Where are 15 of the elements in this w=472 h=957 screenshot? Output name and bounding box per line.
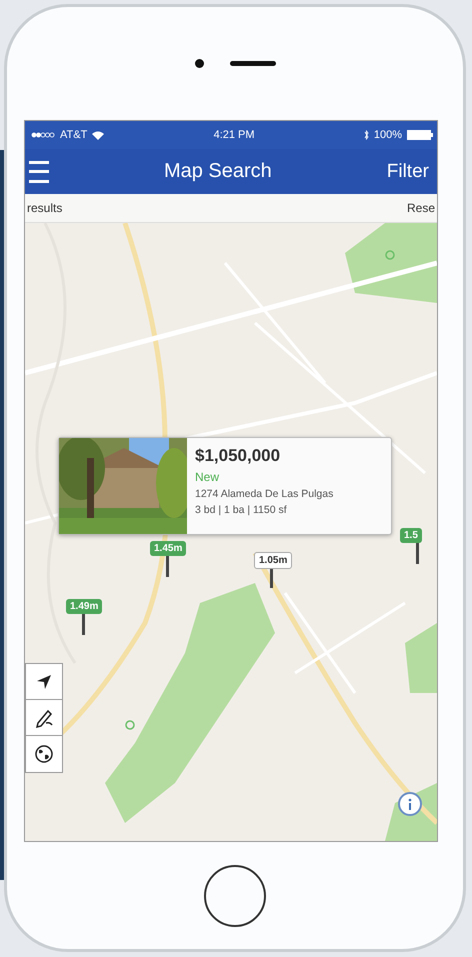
- filter-button[interactable]: Filter: [386, 160, 429, 182]
- clock-time: 4:21 PM: [214, 129, 255, 141]
- speaker-grille: [230, 61, 276, 66]
- battery-icon: [407, 130, 433, 140]
- reset-button[interactable]: Rese: [406, 201, 435, 215]
- camera-icon: [194, 59, 204, 68]
- battery-percent: 100%: [374, 129, 402, 141]
- screen-title: Map Search: [164, 160, 272, 183]
- results-label: results: [27, 201, 62, 215]
- bluetooth-icon: [364, 130, 369, 140]
- home-button[interactable]: [204, 864, 266, 926]
- signal-icon: [31, 132, 55, 138]
- wifi-icon: [92, 130, 104, 140]
- carrier-label: AT&T: [60, 129, 88, 141]
- menu-icon[interactable]: [29, 160, 49, 182]
